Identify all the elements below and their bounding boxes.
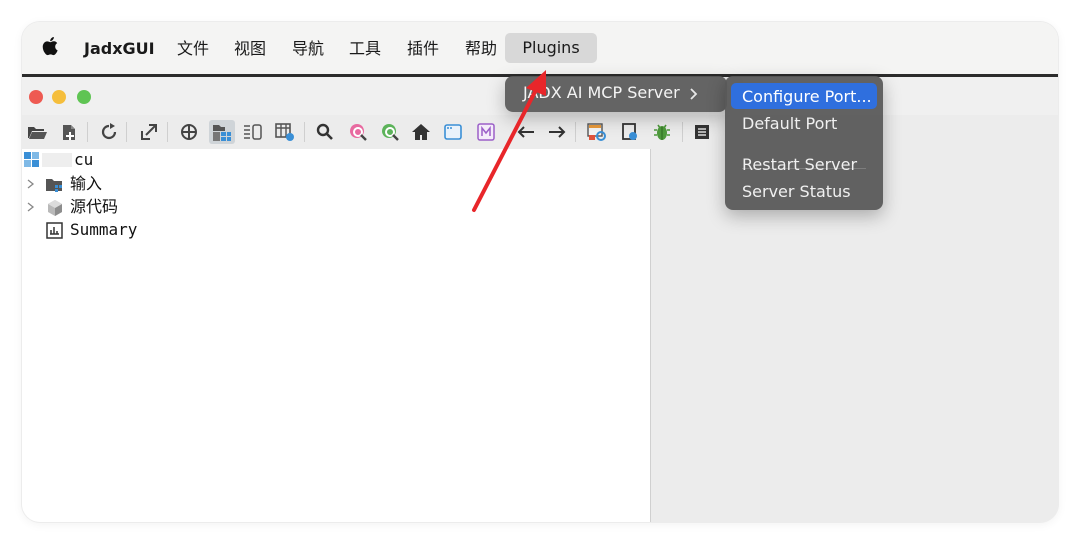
- split-view-icon[interactable]: [242, 121, 264, 143]
- sync-with-editor-icon[interactable]: [178, 121, 200, 143]
- chevron-right-icon[interactable]: [27, 202, 35, 212]
- home-icon[interactable]: [410, 121, 432, 143]
- reload-icon[interactable]: [98, 121, 120, 143]
- flatten-packages-icon[interactable]: [209, 120, 235, 144]
- apple-icon[interactable]: [42, 35, 60, 59]
- annotation-arrow-icon: [472, 70, 546, 212]
- toolbar-separator: [575, 122, 576, 142]
- tree-root[interactable]: cu: [22, 149, 322, 171]
- export-icon[interactable]: [138, 121, 160, 143]
- menu-file[interactable]: 文件: [177, 36, 209, 62]
- menu-navigate[interactable]: 导航: [292, 36, 324, 62]
- tree-item-label: 源代码: [70, 197, 119, 216]
- table-view-icon[interactable]: [274, 121, 296, 143]
- tree-item-summary[interactable]: Summary: [22, 219, 322, 241]
- mcp-server-submenu: Configure Port... Default Port Restart S…: [725, 76, 883, 210]
- toolbar-separator: [167, 122, 168, 142]
- app-name[interactable]: JadxGUI: [84, 36, 155, 62]
- tree-item-label: 输入: [70, 174, 103, 193]
- summary-icon: [46, 222, 63, 239]
- toolbar-separator: [304, 122, 305, 142]
- tree-item-source[interactable]: 源代码: [22, 196, 322, 218]
- package-cube-icon: [48, 200, 62, 216]
- search-class-icon[interactable]: [347, 121, 369, 143]
- open-folder-icon[interactable]: [26, 121, 48, 143]
- screenshot-frame: JadxGUI 文件 视图 导航 工具 插件 帮助 Plugins cu 输入 …: [22, 22, 1058, 522]
- toolbar-separator: [682, 122, 683, 142]
- folder-icon: [46, 179, 62, 192]
- redacted-text: [42, 153, 72, 167]
- chevron-right-icon: [690, 88, 698, 100]
- toolbar-separator: [87, 122, 88, 142]
- search-text-icon[interactable]: [379, 121, 401, 143]
- default-port-menu-item[interactable]: Default Port: [742, 114, 837, 133]
- menu-view[interactable]: 视图: [234, 36, 266, 62]
- zoom-window-button[interactable]: [77, 90, 91, 104]
- root-app-icon: [24, 152, 39, 167]
- menu-help[interactable]: 帮助: [465, 36, 497, 62]
- minimize-window-button[interactable]: [52, 90, 66, 104]
- search-icon[interactable]: [314, 121, 336, 143]
- server-status-menu-item[interactable]: Server Status: [742, 182, 851, 201]
- decompile-icon[interactable]: [619, 121, 641, 143]
- tree-item-input[interactable]: 输入: [22, 173, 322, 195]
- menu-plugins-cn[interactable]: 插件: [407, 36, 439, 62]
- tree-root-label: cu: [74, 150, 94, 169]
- tree-item-label: Summary: [70, 220, 138, 239]
- add-file-icon[interactable]: [58, 121, 80, 143]
- close-window-button[interactable]: [29, 90, 43, 104]
- log-viewer-icon[interactable]: [691, 121, 713, 143]
- menu-plugins[interactable]: Plugins: [505, 33, 597, 63]
- chevron-right-icon[interactable]: [27, 179, 35, 189]
- configure-port-menu-item[interactable]: Configure Port...: [742, 87, 872, 106]
- deobfuscation-icon[interactable]: [586, 121, 608, 143]
- debug-bug-icon[interactable]: [651, 121, 673, 143]
- restart-server-menu-item[interactable]: Restart Server: [742, 155, 857, 174]
- window-icon[interactable]: [442, 121, 464, 143]
- menu-tools[interactable]: 工具: [349, 36, 381, 62]
- toolbar-separator: [126, 122, 127, 142]
